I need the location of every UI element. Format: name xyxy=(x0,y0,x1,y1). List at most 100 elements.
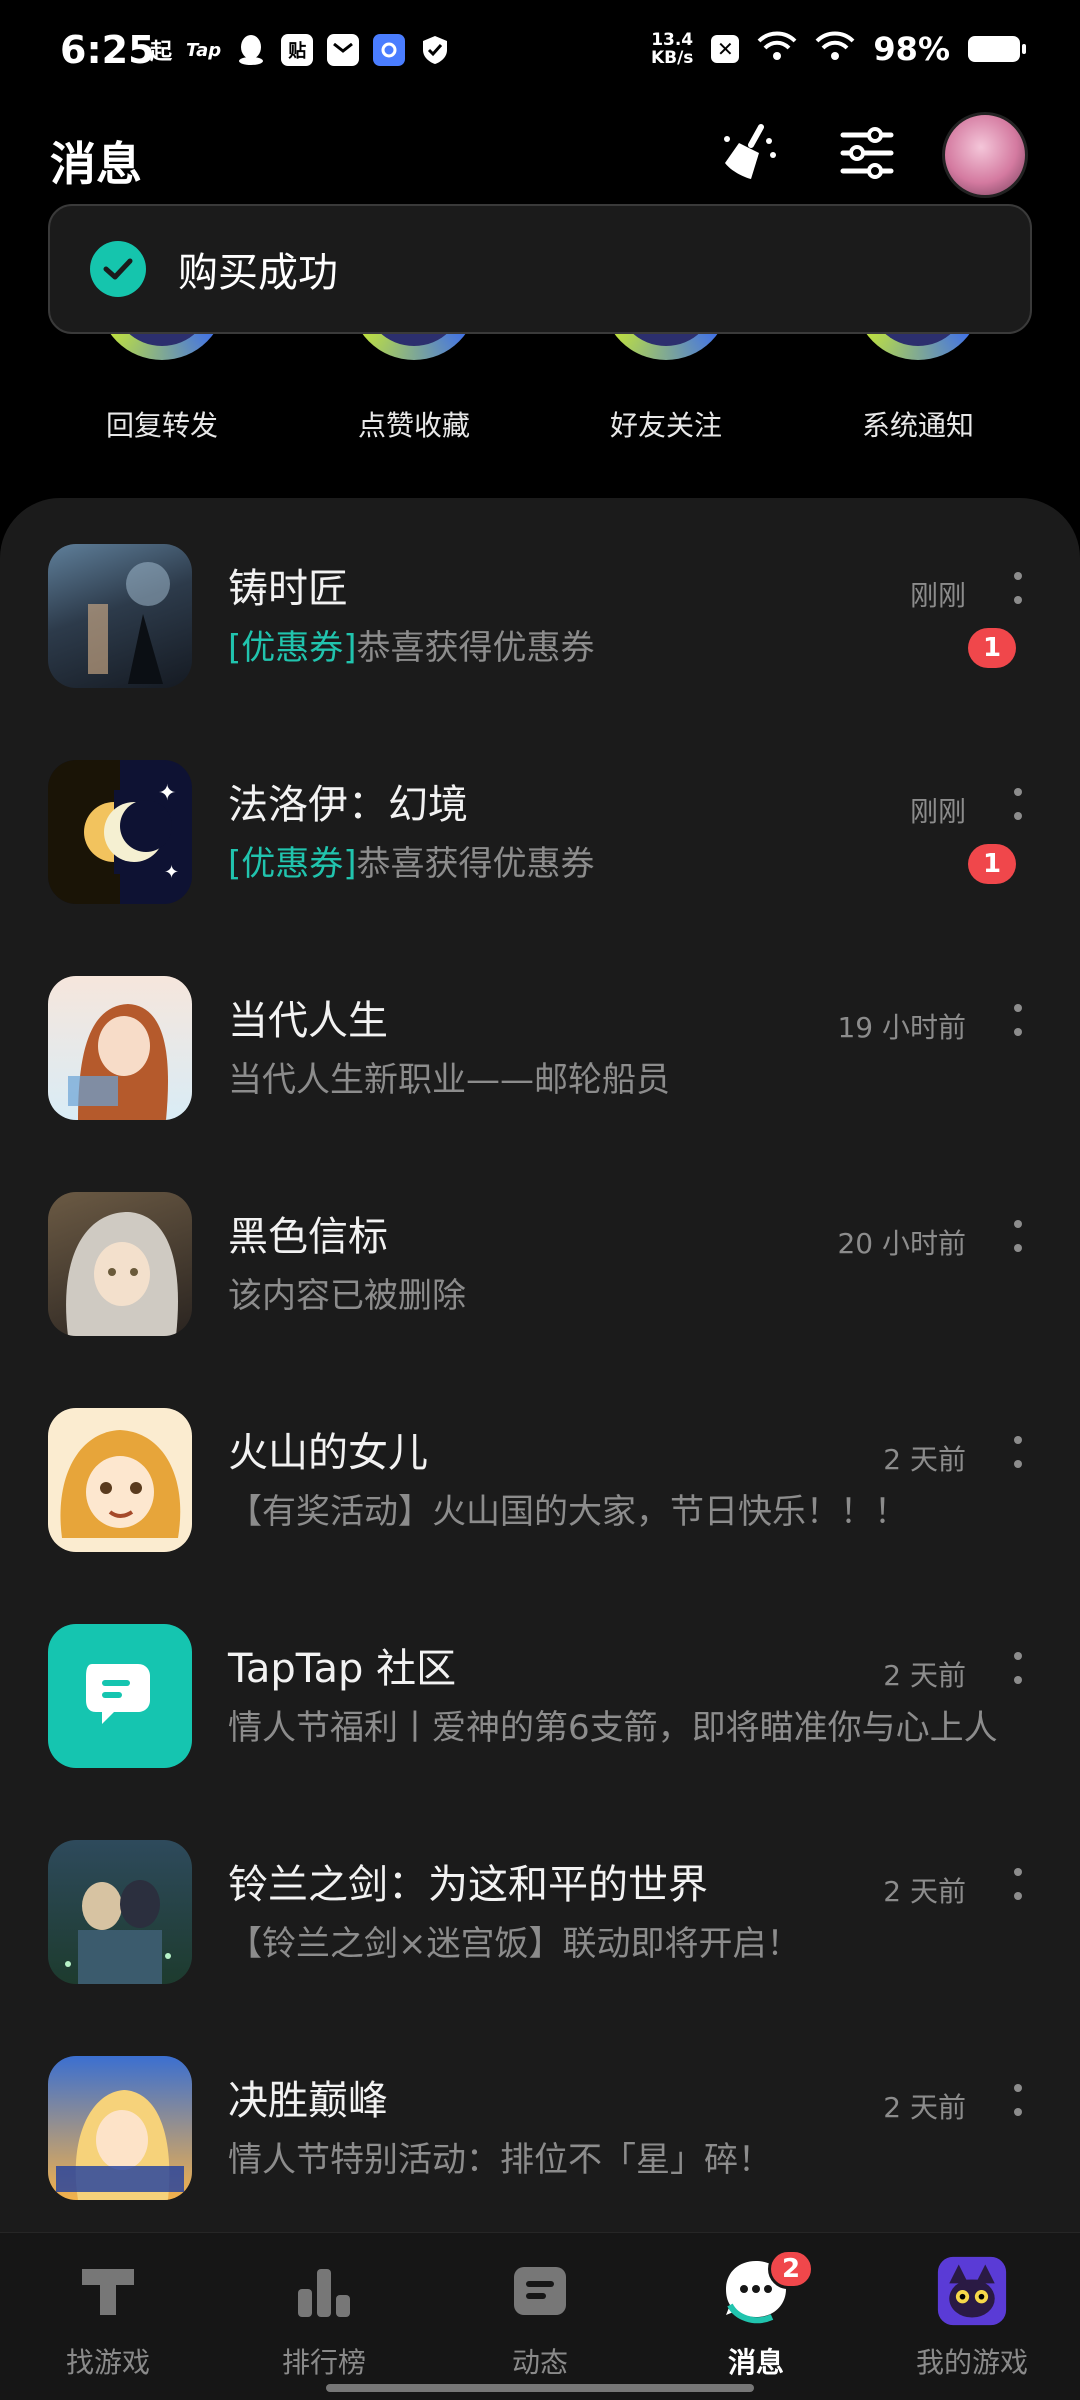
more-vertical-icon[interactable] xyxy=(1008,568,1028,608)
feed-icon xyxy=(504,2255,576,2327)
toast-text: 购买成功 xyxy=(178,250,338,296)
svg-text:✦: ✦ xyxy=(164,862,179,883)
browser-icon xyxy=(373,34,406,66)
item-time: 2 天前 xyxy=(883,1659,966,1692)
list-item[interactable]: 黑色信标 该内容已被删除 20 小时前 xyxy=(0,1146,1080,1362)
item-preview: [优惠券]恭喜获得优惠券 xyxy=(228,620,1044,669)
svg-text:✦: ✦ xyxy=(158,781,176,806)
item-text: 该内容已被删除 xyxy=(228,1276,466,1316)
list-item[interactable]: ✦ ✦ 法洛伊：幻境 [优惠券]恭喜获得优惠券 刚刚 1 xyxy=(0,714,1080,930)
item-title: 当代人生 xyxy=(228,998,388,1044)
item-tag: [优惠券] xyxy=(228,844,357,884)
tab-label: 消息 xyxy=(727,2346,784,2379)
item-preview: [优惠券]恭喜获得优惠券 xyxy=(228,836,1044,885)
item-title: 决胜巅峰 xyxy=(228,2078,388,2124)
unread-badge: 1 xyxy=(968,628,1016,668)
list-item[interactable]: 火山的女儿 【有奖活动】火山国的大家，节日快乐！！！ 2 天前 xyxy=(0,1362,1080,1578)
tab-label: 我的游戏 xyxy=(915,2346,1028,2379)
purchase-success-toast: 购买成功 xyxy=(48,204,1032,334)
game-icon-jueshengdianfeng xyxy=(48,2056,192,2200)
user-avatar[interactable] xyxy=(942,112,1028,198)
taptap-logo-icon xyxy=(72,2255,144,2327)
wifi-icon xyxy=(815,31,855,67)
game-icon-dangdairensheng xyxy=(48,976,192,1120)
my-games-avatar-icon xyxy=(936,2255,1008,2327)
item-preview: 情人节福利丨爱神的第6支箭，即将瞄准你与心上人 xyxy=(228,1700,1044,1749)
list-item[interactable]: 铃兰之剑：为这和平的世界 【铃兰之剑×迷宫饭】联动即将开启！ 2 天前 xyxy=(0,1794,1080,2010)
more-vertical-icon[interactable] xyxy=(1008,784,1028,824)
more-vertical-icon[interactable] xyxy=(1008,1432,1028,1472)
item-time: 刚刚 xyxy=(909,579,966,612)
list-item[interactable]: TapTap 社区 情人节福利丨爱神的第6支箭，即将瞄准你与心上人 2 天前 xyxy=(0,1578,1080,1794)
item-title: 铸时匠 xyxy=(228,566,348,612)
item-preview: 【铃兰之剑×迷宫饭】联动即将开启！ xyxy=(228,1916,1044,1965)
item-text: 【有奖活动】火山国的大家，节日快乐！！！ xyxy=(228,1492,908,1532)
check-icon xyxy=(90,241,146,297)
tab-feed[interactable]: 动态 xyxy=(432,2255,648,2381)
tab-label: 动态 xyxy=(511,2346,568,2379)
more-vertical-icon[interactable] xyxy=(1008,1000,1028,1040)
category-label: 系统通知 xyxy=(861,409,974,442)
shield-icon xyxy=(419,34,451,66)
more-vertical-icon[interactable] xyxy=(1008,1864,1028,1904)
item-text: 当代人生新职业——邮轮船员 xyxy=(228,1060,670,1100)
status-time: 6:25 xyxy=(60,28,155,72)
network-speed: 13.4 KB/s xyxy=(651,31,693,67)
item-time: 2 天前 xyxy=(883,2091,966,2124)
item-time: 20 小时前 xyxy=(837,1227,966,1260)
list-item[interactable]: 铸时匠 [优惠券]恭喜获得优惠券 刚刚 1 xyxy=(0,498,1080,714)
tab-find-games[interactable]: 找游戏 xyxy=(0,2255,216,2381)
filter-settings-icon[interactable] xyxy=(832,118,902,188)
game-icon-heisexinbiao xyxy=(48,1192,192,1336)
game-icon-huoshandenver xyxy=(48,1408,192,1552)
item-time: 刚刚 xyxy=(909,795,966,828)
list-item[interactable]: 当代人生 当代人生新职业——邮轮船员 19 小时前 xyxy=(0,930,1080,1146)
qi-icon: 起 xyxy=(150,40,173,65)
item-preview: 该内容已被删除 xyxy=(228,1268,1044,1317)
no-sim-icon: ✕ xyxy=(711,35,740,63)
tab-messages[interactable]: 2 消息 xyxy=(648,2249,864,2381)
item-title: TapTap 社区 xyxy=(228,1646,457,1692)
qq-icon xyxy=(235,34,267,66)
game-icon-linglanzhijian xyxy=(48,1840,192,1984)
mail-icon xyxy=(327,34,360,66)
bottom-navigation: 找游戏 排行榜 动态 2 消息 我的游戏 xyxy=(0,2232,1080,2400)
message-list: 铸时匠 [优惠券]恭喜获得优惠券 刚刚 1 ✦ ✦ 法洛伊：幻境 [优惠券]恭喜获… xyxy=(0,498,1080,2238)
list-item[interactable]: 决胜巅峰 情人节特别活动：排位不「星」碎！ 2 天前 xyxy=(0,2010,1080,2226)
tab-my-games[interactable]: 我的游戏 xyxy=(864,2255,1080,2381)
more-vertical-icon[interactable] xyxy=(1008,1216,1028,1256)
item-preview: 【有奖活动】火山国的大家，节日快乐！！！ xyxy=(228,1484,1044,1533)
battery-icon xyxy=(968,36,1026,62)
tab-rankings[interactable]: 排行榜 xyxy=(216,2255,432,2381)
page-title: 消息 xyxy=(50,137,142,191)
tab-label: 找游戏 xyxy=(65,2346,150,2379)
item-text: 【铃兰之剑×迷宫饭】联动即将开启！ xyxy=(228,1924,801,1964)
tieba-icon: 贴 xyxy=(281,34,314,66)
unread-badge: 1 xyxy=(968,844,1016,884)
more-vertical-icon[interactable] xyxy=(1008,2080,1028,2120)
item-preview: 情人节特别活动：排位不「星」碎！ xyxy=(228,2132,1044,2181)
item-text: 恭喜获得优惠券 xyxy=(356,844,595,884)
speed-value: 13.4 xyxy=(651,30,694,50)
home-indicator[interactable] xyxy=(326,2384,754,2392)
item-tag: [优惠券] xyxy=(228,628,357,668)
category-label: 好友关注 xyxy=(609,409,722,442)
item-time: 19 小时前 xyxy=(837,1011,966,1044)
more-vertical-icon[interactable] xyxy=(1008,1648,1028,1688)
item-time: 2 天前 xyxy=(883,1875,966,1908)
system-indicators: 13.4 KB/s ✕ 98% xyxy=(651,30,1026,68)
status-bar: 6:25 起 Tap 贴 13.4 KB/s ✕ 98% xyxy=(0,0,1080,110)
item-preview: 当代人生新职业——邮轮船员 xyxy=(228,1052,1044,1101)
category-label: 回复转发 xyxy=(105,409,218,442)
game-icon-zhushijiang xyxy=(48,544,192,688)
game-icon-faluoyi: ✦ ✦ xyxy=(48,760,192,904)
taptap-community-icon xyxy=(48,1624,192,1768)
wifi-plus-icon xyxy=(757,31,797,67)
item-title: 黑色信标 xyxy=(228,1214,388,1260)
item-text: 恭喜获得优惠券 xyxy=(356,628,595,668)
clear-broom-icon[interactable] xyxy=(714,118,784,188)
item-time: 2 天前 xyxy=(883,1443,966,1476)
item-text: 情人节福利丨爱神的第6支箭，即将瞄准你与心上人 xyxy=(228,1708,998,1748)
taptap-icon: Tap xyxy=(186,39,222,61)
category-label: 点赞收藏 xyxy=(357,409,470,442)
